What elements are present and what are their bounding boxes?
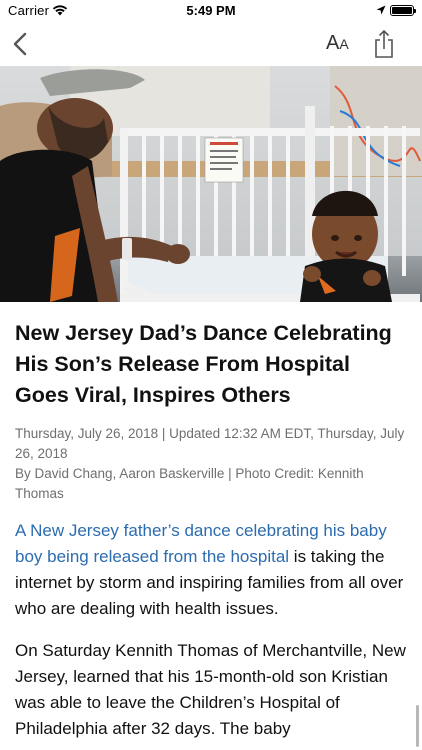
nav-bar: AA [0, 22, 422, 66]
article-meta: Thursday, July 26, 2018 | Updated 12:32 … [15, 424, 407, 504]
text-size-button[interactable]: AA [326, 32, 356, 56]
chevron-left-icon [13, 32, 27, 56]
text-size-icon-small: A [339, 36, 349, 52]
article-dateline: Thursday, July 26, 2018 | Updated 12:32 … [15, 426, 405, 461]
battery-icon [390, 5, 416, 16]
article-body: A New Jersey father’s dance celebrating … [15, 518, 407, 742]
scrollbar[interactable] [416, 705, 419, 747]
article: New Jersey Dad’s Dance Celebrating His S… [0, 302, 422, 742]
article-headline: New Jersey Dad’s Dance Celebrating His S… [15, 321, 392, 407]
back-button[interactable] [8, 30, 34, 58]
text-size-icon-large: A [326, 32, 340, 54]
hero-image [0, 66, 422, 302]
article-paragraph: A New Jersey father’s dance celebrating … [15, 518, 407, 622]
share-button[interactable] [372, 29, 396, 59]
article-paragraph: On Saturday Kennith Thomas of Merchantvi… [15, 641, 406, 738]
article-byline: By David Chang, Aaron Baskerville | Phot… [15, 466, 364, 501]
status-time: 5:49 PM [186, 3, 236, 18]
status-bar: Carrier 5:49 PM [0, 0, 422, 22]
location-arrow-icon [376, 5, 386, 15]
share-icon [375, 30, 393, 58]
